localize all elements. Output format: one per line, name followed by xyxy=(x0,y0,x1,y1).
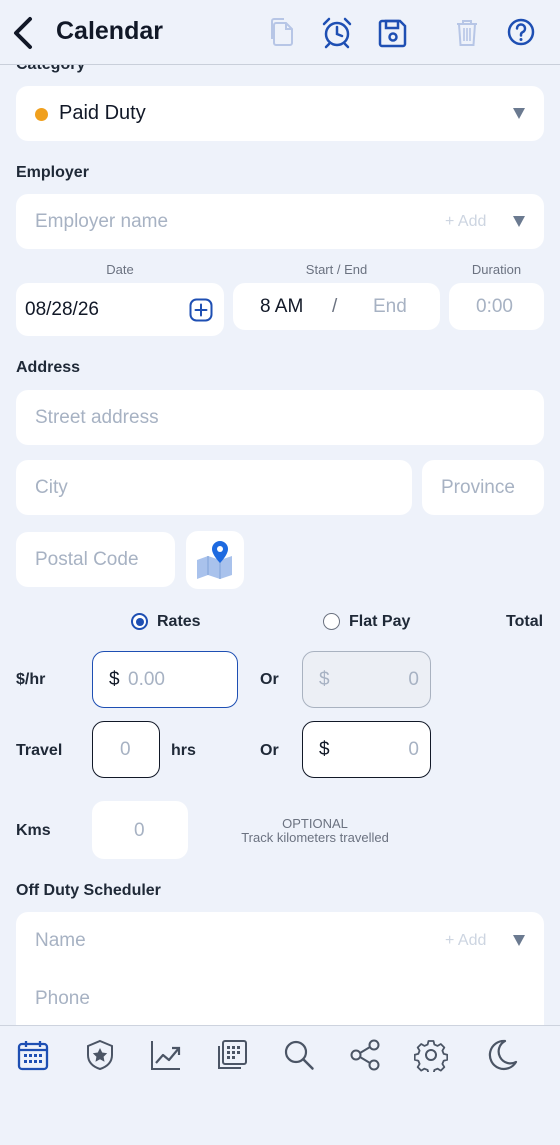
address-label: Address xyxy=(16,359,81,376)
hourly-prefix: $ xyxy=(109,669,120,690)
off-duty-name-placeholder[interactable]: Name xyxy=(35,930,86,952)
or-label: Or xyxy=(260,671,279,688)
badge-star-icon[interactable] xyxy=(83,1038,117,1072)
moon-icon[interactable] xyxy=(485,1038,519,1072)
chart-icon[interactable] xyxy=(149,1038,183,1072)
calendar-icon[interactable] xyxy=(16,1038,50,1072)
optional-hint: Track kilometers travelled xyxy=(241,830,389,845)
optional-label: OPTIONAL xyxy=(282,816,348,831)
travel-amount-prefix: $ xyxy=(319,739,330,760)
travel-label: Travel xyxy=(16,742,63,759)
total-label: Total xyxy=(506,613,544,630)
or-label-travel: Or xyxy=(260,742,279,759)
share-icon[interactable] xyxy=(348,1038,382,1072)
map-pin-icon xyxy=(197,541,232,579)
rates-label: Rates xyxy=(157,613,201,630)
flat-pay-prefix: $ xyxy=(319,669,330,690)
date-field[interactable]: 08/28/26 xyxy=(16,283,224,336)
bottom-tab-bar xyxy=(0,1025,560,1145)
flat-pay-radio[interactable] xyxy=(323,613,340,630)
city-input[interactable]: City xyxy=(16,460,412,515)
category-select[interactable]: Paid Duty xyxy=(16,86,544,141)
category-value: Paid Duty xyxy=(59,102,146,124)
province-placeholder: Province xyxy=(441,477,515,498)
city-placeholder: City xyxy=(35,477,68,498)
chevron-down-icon xyxy=(513,935,525,946)
rates-radio[interactable] xyxy=(131,613,148,630)
map-button[interactable] xyxy=(186,531,244,589)
flat-pay-label: Flat Pay xyxy=(349,613,411,630)
alarm-clock-icon[interactable] xyxy=(321,15,353,49)
province-input[interactable]: Province xyxy=(422,460,544,515)
add-date-icon[interactable] xyxy=(189,298,213,322)
off-duty-add-button[interactable]: + Add xyxy=(445,932,486,950)
flat-pay-input[interactable]: $ 0 xyxy=(302,651,431,708)
settings-icon[interactable] xyxy=(414,1038,448,1072)
trash-icon[interactable] xyxy=(451,15,483,49)
save-icon[interactable] xyxy=(377,15,409,49)
kms-value: 0 xyxy=(134,820,145,841)
street-address-input[interactable]: Street address xyxy=(16,390,544,445)
employer-label: Employer xyxy=(16,164,89,181)
off-duty-phone-placeholder[interactable]: Phone xyxy=(35,988,90,1010)
time-separator: / xyxy=(332,296,338,317)
top-toolbar: Calendar xyxy=(0,0,560,65)
off-duty-label: Off Duty Scheduler xyxy=(16,882,161,899)
duration-field[interactable]: 0:00 xyxy=(449,283,544,330)
reports-icon[interactable] xyxy=(215,1038,249,1072)
date-value: 08/28/26 xyxy=(25,299,99,320)
start-end-label: Start / End xyxy=(305,262,368,277)
street-placeholder: Street address xyxy=(35,407,159,428)
chevron-down-icon xyxy=(513,216,525,227)
postal-code-input[interactable]: Postal Code xyxy=(16,532,175,587)
employer-add-button[interactable]: + Add xyxy=(445,213,486,231)
page-title: Calendar xyxy=(56,17,163,45)
back-chevron-icon[interactable] xyxy=(8,14,38,52)
category-color-dot xyxy=(35,108,48,121)
travel-amount-input[interactable]: $ 0 xyxy=(302,721,431,778)
flat-pay-value: 0 xyxy=(408,669,419,690)
start-end-field[interactable]: 8 AM / End xyxy=(233,283,440,330)
end-time-placeholder: End xyxy=(373,296,407,317)
travel-hours-value: 0 xyxy=(120,739,131,760)
start-time-value: 8 AM xyxy=(260,296,304,317)
help-icon[interactable] xyxy=(505,15,537,49)
hourly-rate-label: $/hr xyxy=(16,671,46,688)
employer-placeholder: Employer name xyxy=(35,211,169,232)
duration-value: 0:00 xyxy=(476,296,513,317)
kms-label: Kms xyxy=(16,822,51,839)
chevron-down-icon xyxy=(513,108,525,119)
hourly-rate-input[interactable]: $ 0.00 xyxy=(92,651,238,708)
hourly-placeholder: 0.00 xyxy=(128,669,165,690)
search-icon[interactable] xyxy=(282,1038,316,1072)
copy-icon[interactable] xyxy=(266,15,298,49)
travel-amount-value: 0 xyxy=(408,739,419,760)
kms-input[interactable]: 0 xyxy=(92,801,188,859)
employer-select[interactable]: Employer name + Add xyxy=(16,194,544,249)
travel-hours-input[interactable]: 0 xyxy=(92,721,160,778)
postal-placeholder: Postal Code xyxy=(35,549,139,570)
duration-label: Duration xyxy=(471,262,522,277)
date-label: Date xyxy=(106,262,134,277)
hrs-label: hrs xyxy=(171,742,196,759)
